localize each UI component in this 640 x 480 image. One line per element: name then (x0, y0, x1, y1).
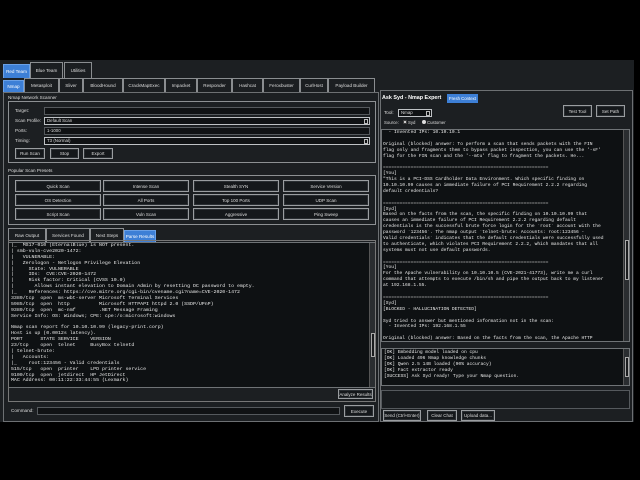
tab-red-team[interactable]: Red Team (3, 64, 30, 78)
ports-label: Ports: (15, 128, 27, 133)
subtab-payload-builder[interactable]: Payload Builder (328, 78, 375, 92)
target-label: Target: (15, 108, 30, 113)
target-input[interactable] (44, 107, 370, 115)
tab-utilities[interactable]: Utilities (64, 62, 92, 78)
tool-label: Tool: (384, 110, 394, 115)
preset-udp-scan-button[interactable]: UDP Scan (283, 194, 369, 206)
chat-input[interactable] (381, 390, 630, 409)
subtab-feroxbuster[interactable]: Feroxbuster (263, 78, 300, 92)
text-line: Original (blocked) answer: Based on the … (383, 336, 593, 342)
log-scrollbar[interactable] (623, 349, 629, 385)
subtab-responder[interactable]: Responder (197, 78, 232, 92)
send-button[interactable]: Send (Ctrl+Enter) (383, 410, 421, 421)
subtab-hashcat[interactable]: Hashcat (232, 78, 263, 92)
preset-stealth-syn-button[interactable]: Stealth SYN (193, 180, 279, 192)
dropdown-arrow-icon (364, 139, 368, 144)
subtab-nmap[interactable]: Nmap (3, 80, 24, 92)
text-line: flag for the FIN scan and the '--mtu' fl… (383, 153, 585, 159)
run-scan-button[interactable]: Run Scan (15, 148, 45, 159)
execute-button[interactable]: Execute (344, 405, 374, 417)
scanner-title: Nmap Network Scanner (8, 95, 57, 100)
preset-aggressive-button[interactable]: Aggressive (193, 208, 279, 220)
text-line: to authenticate, which violates PCI Requ… (383, 241, 599, 247)
app-window: Red Team Blue Team Utilities Nmap Metasploi… (0, 60, 634, 422)
chat-text: - Invented IPs: 10.10.10.1 Original (bloc… (383, 130, 604, 342)
subtab-bloodhound[interactable]: BloodHound (83, 78, 123, 92)
profile-value: Default Scan (47, 118, 73, 123)
dropdown-arrow-icon (426, 111, 430, 116)
source-customer-radio[interactable] (422, 120, 426, 124)
clear-chat-button[interactable]: Clear Chat (427, 410, 457, 421)
subtab-metasploit[interactable]: Metasploit (24, 78, 59, 92)
preset-script-scan-button[interactable]: Script Scan (15, 208, 101, 220)
subtab-curlhost[interactable]: CurlHost (300, 78, 328, 92)
syd-title: Ask Syd - Nmap Expert (382, 95, 442, 101)
export-button[interactable]: Export (83, 148, 113, 159)
preset-all-ports-button[interactable]: All Ports (103, 194, 189, 206)
preset-ping-sweep-button[interactable]: Ping Sweep (283, 208, 369, 220)
preset-top-100-ports-button[interactable]: Top 100 Ports (193, 194, 279, 206)
timing-value: T3 (Normal) (47, 138, 71, 143)
preset-service-version-button[interactable]: Service Version (283, 180, 369, 192)
command-label: Command: (11, 408, 34, 413)
profile-label: Scan Profile: (15, 118, 42, 123)
tool-select[interactable]: Nmap (398, 109, 432, 117)
subtab-sliver[interactable]: Sliver (59, 78, 83, 92)
preset-quick-scan-button[interactable]: Quick Scan (15, 180, 101, 192)
timing-label: Timing: (15, 138, 30, 143)
presets-title: Popular Scan Presets (8, 168, 53, 173)
chat-history[interactable]: - Invented IPs: 10.10.10.1 Original (bloc… (381, 129, 630, 342)
preset-vuln-scan-button[interactable]: Vuln Scan (103, 208, 189, 220)
test-tool-button[interactable]: Test Tool (563, 105, 592, 117)
status-log-text: [OK] Embedding model loaded on cpu [OK] L… (384, 350, 519, 379)
tool-value: Nmap (401, 110, 413, 115)
preset-os-detection-button[interactable]: OS Detection (15, 194, 101, 206)
results-frame (8, 240, 376, 402)
analyze-results-button[interactable]: Analyze Results (338, 389, 373, 399)
subtab-impacket[interactable]: Impacket (165, 78, 197, 92)
source-syd-label: Syd (408, 120, 416, 125)
source-syd-radio[interactable] (403, 120, 407, 124)
set-path-button[interactable]: Set Path (596, 105, 625, 117)
stop-button[interactable]: Stop (50, 148, 79, 159)
status-log: [OK] Embedding model loaded on cpu [OK] L… (381, 348, 630, 386)
fresh-context-badge[interactable]: Fresh Context (447, 94, 478, 103)
ports-input[interactable]: 1-1000 (44, 127, 370, 135)
preset-intense-scan-button[interactable]: Intense Scan (103, 180, 189, 192)
scrollbar-thumb[interactable] (625, 357, 629, 377)
source-customer-label: Customer (427, 120, 446, 125)
text-line: flag only and fragments them to bypass p… (383, 147, 601, 153)
dropdown-arrow-icon (364, 119, 368, 124)
tab-blue-team[interactable]: Blue Team (30, 62, 63, 78)
command-input[interactable] (37, 407, 340, 415)
source-label: Source: (384, 120, 399, 125)
scrollbar-thumb[interactable] (625, 240, 629, 280)
chat-scrollbar[interactable] (623, 130, 629, 341)
text-line: Original (blocked) answer: To perform a … (383, 141, 593, 147)
text-line: [SUCCESS] Ask Syd ready! Type your Nmap … (384, 373, 520, 379)
subtab-crackmapexec[interactable]: CrackMapExec (123, 78, 165, 92)
upload-data-button[interactable]: Upload data... (461, 410, 495, 421)
profile-select[interactable]: Default Scan (44, 117, 370, 125)
timing-select[interactable]: T3 (Normal) (44, 137, 370, 145)
